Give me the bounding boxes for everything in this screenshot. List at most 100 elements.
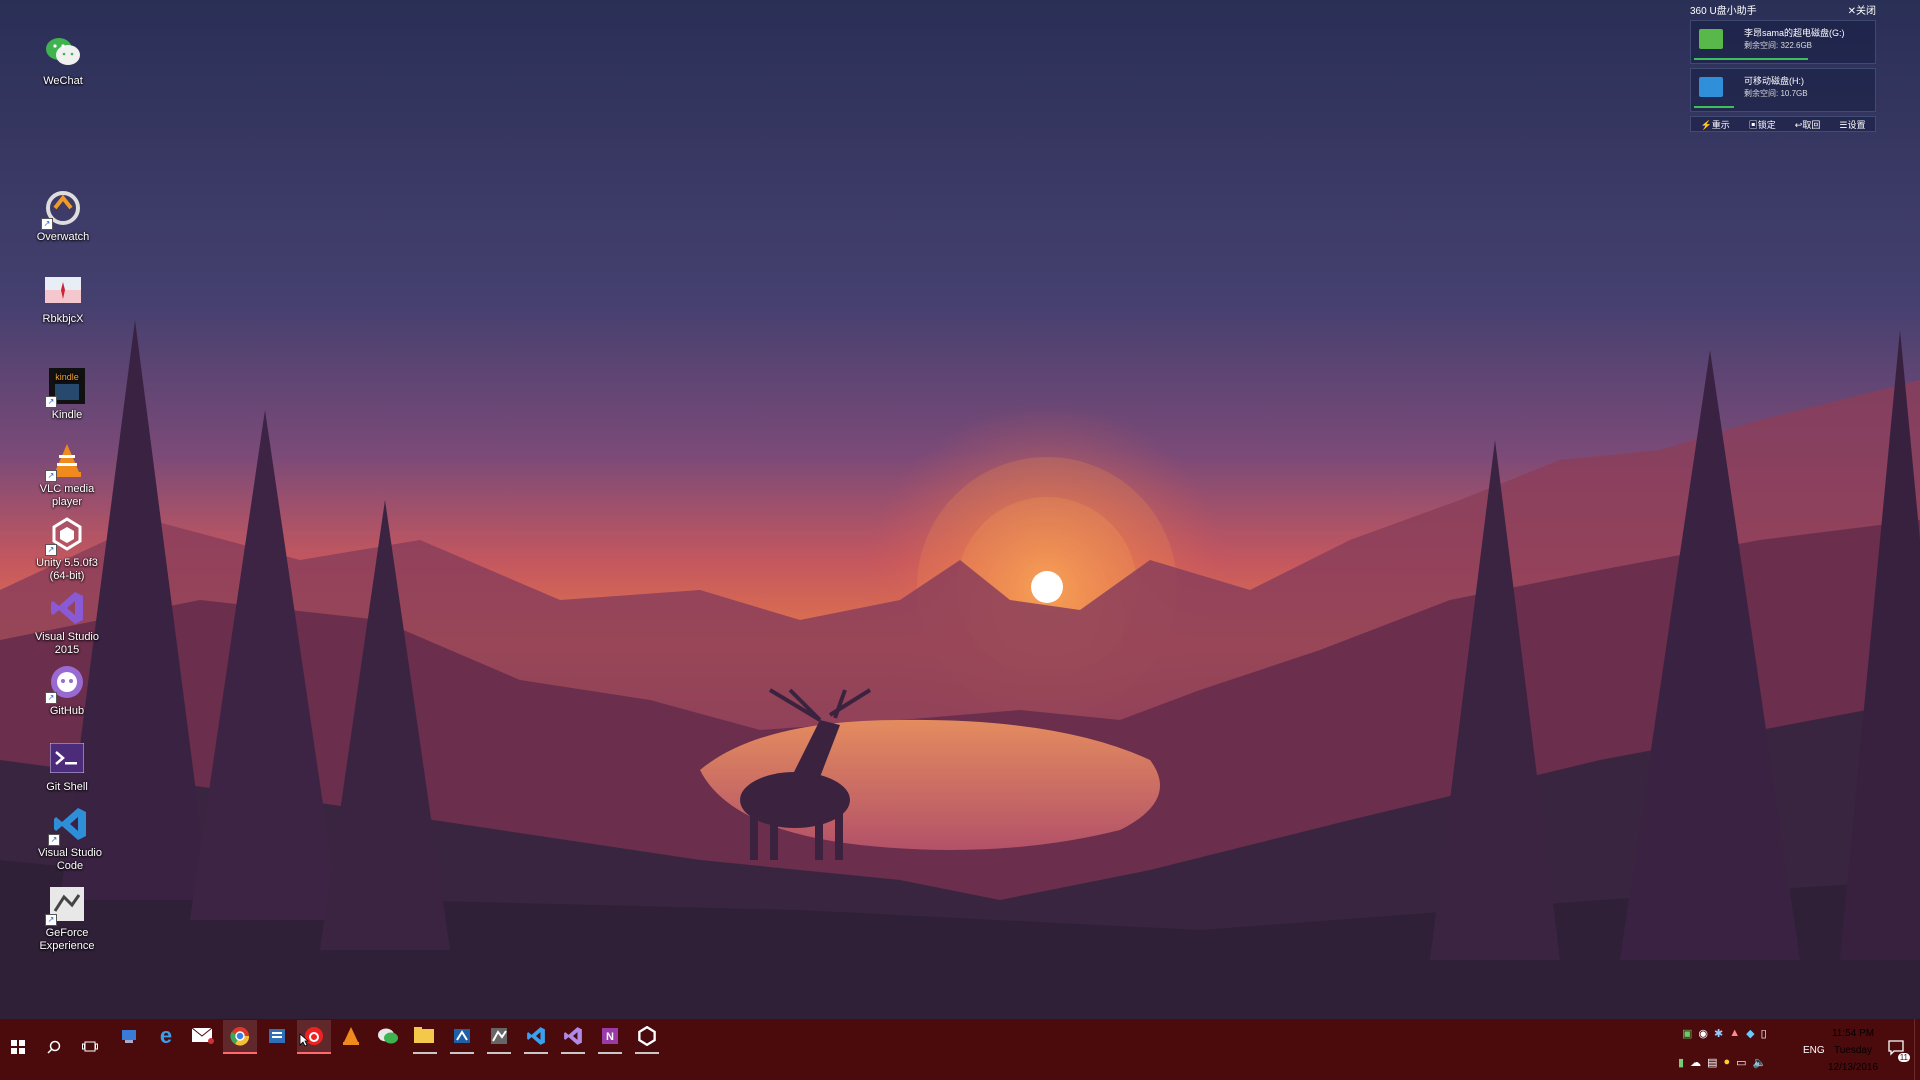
desktop-icon-git-shell[interactable]: Git Shell <box>25 738 109 794</box>
settings-button[interactable]: ☰设置 <box>1839 118 1865 131</box>
active-indicator <box>524 1052 548 1054</box>
shortcut-arrow-icon: ↗ <box>45 470 57 482</box>
desktop-icon-geforce[interactable]: ↗ GeForce Experience <box>25 884 109 953</box>
chrome-icon <box>230 1027 250 1046</box>
desktop-icon-label: GitHub <box>49 705 85 717</box>
action-center-button[interactable]: 11 <box>1888 1040 1910 1064</box>
clock-date: 12/13/2016 <box>1827 1062 1879 1073</box>
active-indicator <box>598 1052 622 1054</box>
usb-drive-row[interactable]: 可移动磁盘(H:) 剩余空间: 10.7GB <box>1690 68 1876 112</box>
tray-icons-row2[interactable]: ▮ ☁ ▤ ● ▭ 🔈 <box>1678 1056 1766 1069</box>
onenote-icon: N <box>602 1028 618 1044</box>
usb-tray-icon: ▯ <box>1760 1028 1767 1040</box>
close-button[interactable]: ✕关闭 <box>1848 2 1876 17</box>
shortcut-arrow-icon: ↗ <box>45 692 57 704</box>
search-button[interactable] <box>39 1030 69 1064</box>
clock[interactable]: 11:54 PM Tuesday 12/13/2016 <box>1820 1025 1886 1076</box>
vscode-icon: ↗ <box>48 804 90 846</box>
svg-text:N: N <box>606 1031 614 1043</box>
edge-icon: e <box>159 1023 173 1048</box>
taskbar-app-edge[interactable]: e <box>149 1020 183 1052</box>
kindle-icon: kindle ↗ <box>45 366 87 408</box>
terminal-icon <box>47 738 87 778</box>
usb-helper-widget: 360 U盘小助手 ✕关闭 李昂sama的超电磁盘(G:) 剩余空间: 322.… <box>1690 2 1876 132</box>
lock-button[interactable]: ▣锁定 <box>1749 118 1776 131</box>
taskbar-app-mail[interactable] <box>186 1020 220 1052</box>
taskbar-app-team-explorer[interactable] <box>112 1020 146 1052</box>
shortcut-arrow-icon: ↗ <box>45 396 57 408</box>
desktop-icon-label: WeChat <box>43 75 83 87</box>
shortcut-arrow-icon: ↗ <box>45 914 57 926</box>
active-indicator <box>487 1052 511 1054</box>
svg-text:kindle: kindle <box>55 372 79 382</box>
tray-app-icon: ◆ <box>1746 1028 1755 1040</box>
taskbar-app-unity[interactable] <box>630 1020 664 1054</box>
active-indicator <box>635 1052 659 1054</box>
visual-studio-icon <box>47 588 87 628</box>
sun <box>1031 571 1063 603</box>
desktop-icon-label: Git Shell <box>46 781 88 793</box>
taskbar-app-azure[interactable] <box>445 1020 479 1054</box>
desktop-icon-github[interactable]: ↗ GitHub <box>25 662 109 718</box>
taskbar-app-chrome[interactable] <box>223 1020 257 1054</box>
desktop-icon-label: Overwatch <box>36 231 90 243</box>
desktop-icon-wechat[interactable]: WeChat <box>21 32 105 88</box>
desktop-icon-visual-studio-2015[interactable]: Visual Studio 2015 <box>25 588 109 657</box>
360-guard-icon: ● <box>1723 1056 1731 1068</box>
show-button[interactable]: ⚡重示 <box>1701 118 1730 131</box>
unity-icon <box>638 1026 656 1046</box>
tray-app-icon: ✱ <box>1714 1028 1724 1040</box>
show-desktop-button[interactable] <box>1914 1019 1920 1080</box>
taskbar-app-vlc[interactable] <box>334 1020 368 1052</box>
image-file-icon <box>43 270 83 310</box>
cloud-icon: ☁ <box>1690 1057 1702 1069</box>
taskbar-app-file-explorer[interactable] <box>408 1020 442 1054</box>
geforce-icon <box>491 1028 507 1044</box>
desktop-wallpaper <box>0 0 1920 1080</box>
desktop-icon-label: Visual Studio Code <box>37 847 102 872</box>
github-octocat-icon: ↗ <box>45 662 87 704</box>
drive-usage-bar <box>1694 106 1734 108</box>
active-indicator <box>561 1052 585 1054</box>
usb-drive-icon <box>1699 77 1723 97</box>
windows-logo-icon <box>11 1040 25 1054</box>
usb-drive-row[interactable]: 李昂sama的超电磁盘(G:) 剩余空间: 322.6GB <box>1690 20 1876 64</box>
eject-button[interactable]: ↩取回 <box>1795 118 1821 131</box>
task-view-button[interactable] <box>75 1030 105 1064</box>
team-explorer-icon <box>122 1030 136 1043</box>
desktop-icon-label: Kindle <box>51 409 83 421</box>
mouse-cursor-icon <box>299 1033 309 1047</box>
vlc-cone-icon <box>343 1027 359 1045</box>
taskbar-app-visual-studio[interactable] <box>556 1020 590 1054</box>
desktop-icon-kindle[interactable]: kindle ↗ Kindle <box>25 366 109 422</box>
taskbar-app-wechat[interactable] <box>371 1020 405 1052</box>
taskbar-app-vscode[interactable] <box>519 1020 553 1054</box>
taskbar-app-onenote[interactable]: N <box>593 1020 627 1054</box>
desktop-icon-label: Visual Studio 2015 <box>34 631 99 656</box>
widget-title: 360 U盘小助手 <box>1690 5 1757 17</box>
drive-name: 可移动磁盘(H:) <box>1744 76 1804 86</box>
start-button[interactable] <box>3 1030 33 1064</box>
desktop-icon-vlc[interactable]: ↗ VLC media player <box>25 440 109 509</box>
battery-icon: ▮ <box>1678 1057 1685 1069</box>
desktop-icon-unity[interactable]: ↗ Unity 5.5.0f3 (64-bit) <box>25 514 109 583</box>
drive-name: 李昂sama的超电磁盘(G:) <box>1744 28 1845 38</box>
taskbar-app-geforce[interactable] <box>482 1020 516 1054</box>
desktop-icon-overwatch[interactable]: ↗ Overwatch <box>21 188 105 244</box>
folder-icon <box>414 1027 434 1043</box>
desktop-icon-rbkbjcx[interactable]: RbkbjcX <box>21 270 105 326</box>
volume-icon: 🔈 <box>1752 1057 1767 1069</box>
tray-icons[interactable]: ▣ ◉ ✱ ▲ ◆ ▯ <box>1682 1027 1767 1040</box>
mail-icon <box>192 1028 214 1044</box>
active-indicator <box>450 1052 474 1054</box>
clock-day: Tuesday <box>1834 1045 1872 1056</box>
unity-icon: ↗ <box>45 514 87 556</box>
taskbar-app-azure-storage[interactable] <box>260 1020 294 1052</box>
visual-studio-icon <box>564 1027 582 1045</box>
shortcut-arrow-icon: ↗ <box>45 544 57 556</box>
task-view-icon <box>82 1041 98 1052</box>
desktop-icon-vscode[interactable]: ↗ Visual Studio Code <box>28 804 112 873</box>
notification-badge: 11 <box>1897 1053 1910 1062</box>
tray-app-icon: ▣ <box>1682 1028 1693 1040</box>
active-indicator <box>297 1052 331 1054</box>
